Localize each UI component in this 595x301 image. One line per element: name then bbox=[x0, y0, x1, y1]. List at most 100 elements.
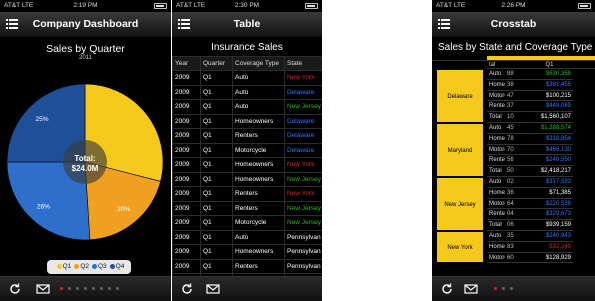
table-cell: Q1 bbox=[200, 215, 233, 231]
table-title: Insurance Sales bbox=[211, 42, 283, 53]
page-title: Company Dashboard bbox=[32, 18, 139, 30]
refresh-icon[interactable] bbox=[440, 282, 454, 296]
crosstab-value-cell: $220,538 bbox=[517, 198, 573, 210]
insurance-table: Year Quarter Coverage Type State 2009 Q1 Auto… bbox=[172, 56, 322, 301]
mail-icon[interactable] bbox=[206, 282, 220, 296]
crosstab-total-cell: 88 bbox=[505, 69, 517, 80]
legend-label-q3: Q3 bbox=[98, 263, 107, 270]
page-indicator[interactable] bbox=[494, 287, 518, 291]
crosstab-value-cell: $448,089 bbox=[517, 101, 573, 113]
pie-slice-label: 26% bbox=[37, 203, 50, 210]
crosstab-total-cell: 45 bbox=[505, 123, 517, 134]
page-dot[interactable] bbox=[502, 287, 505, 290]
page-dot[interactable] bbox=[84, 287, 87, 290]
page-dot[interactable] bbox=[510, 287, 513, 290]
page-dot[interactable] bbox=[76, 287, 79, 290]
table-cell: New Jersey bbox=[284, 99, 322, 115]
crosstab-value-cell: $939,159 bbox=[517, 220, 573, 231]
table-row[interactable]: 2009 Q1 Motorcycle Delaware bbox=[172, 142, 322, 158]
table-cell: Q1 bbox=[200, 258, 233, 274]
crosstab-total-cell: 02 bbox=[505, 177, 517, 188]
table-row[interactable]: 2009 Q1 Auto New York bbox=[172, 70, 322, 86]
legend-label-q2: Q2 bbox=[80, 263, 89, 270]
column-header[interactable]: Coverage Type bbox=[232, 56, 285, 71]
nav-bar: Table bbox=[172, 12, 322, 38]
status-bar: AT&T LTE 2:26 PM bbox=[432, 0, 595, 12]
page-indicator[interactable] bbox=[60, 287, 124, 291]
page-dot[interactable] bbox=[68, 287, 71, 290]
battery-icon bbox=[154, 3, 167, 9]
table-cell: Auto bbox=[232, 70, 285, 86]
table-cell: Renters bbox=[232, 128, 285, 144]
crosstab-total-cell: 35 bbox=[505, 231, 517, 242]
table-cell: 2009 bbox=[172, 215, 201, 231]
page-dot[interactable] bbox=[116, 287, 119, 290]
table-row[interactable]: 2009 Q1 Homeowners New Jersey bbox=[172, 171, 322, 187]
table-cell: 2009 bbox=[172, 186, 201, 202]
table-cell: Q1 bbox=[200, 99, 233, 115]
legend-label-q1: Q1 bbox=[62, 263, 72, 270]
pie-chart[interactable]: 20% 26% 25% Total:$24.0M bbox=[0, 62, 171, 262]
table-cell: Homeowners bbox=[232, 244, 285, 260]
table-cell: Q1 bbox=[200, 229, 233, 245]
page-title: Crosstab bbox=[490, 18, 537, 30]
page-dot[interactable] bbox=[494, 287, 497, 290]
table-cell: Delaware bbox=[284, 113, 322, 129]
table-cell: New Jersey bbox=[284, 200, 322, 216]
table-row[interactable]: 2009 Q1 Homeowners New York bbox=[172, 157, 322, 173]
table-row[interactable]: 2009 Q1 Auto Pennsylvan bbox=[172, 229, 322, 245]
crosstab-total-cell: 64 bbox=[505, 198, 517, 210]
table-cell: New Jersey bbox=[284, 171, 322, 187]
column-header[interactable]: Quarter bbox=[200, 56, 233, 71]
table-row[interactable]: 2009 Q1 Homeowners Pennsylvan bbox=[172, 244, 322, 260]
crosstab-grid[interactable]: tal Q1 Delaware Auto 88 $630,358 Homeov 38 $381,… bbox=[432, 56, 595, 276]
legend-swatch-q2 bbox=[74, 263, 80, 269]
table-row[interactable]: 2009 Q1 Renters Pennsylvan bbox=[172, 258, 322, 274]
crosstab-value-cell: $246,550 bbox=[517, 155, 573, 167]
table-cell: Delaware bbox=[284, 128, 322, 144]
mail-icon[interactable] bbox=[464, 282, 478, 296]
table-row[interactable]: 2009 Q1 Renters Delaware bbox=[172, 128, 322, 144]
table-cell: 2009 bbox=[172, 70, 201, 86]
header-spacer bbox=[432, 56, 487, 61]
table-cell: 2009 bbox=[172, 229, 201, 245]
table-row[interactable]: 2009 Q1 Renters New Jersey bbox=[172, 200, 322, 216]
table-row[interactable]: 2009 Q1 Auto Delaware bbox=[172, 84, 322, 100]
crosstab-screen: AT&T LTE 2:26 PM Crosstab Sales by State… bbox=[432, 0, 595, 301]
crosstab-value-cell: $1,388,574 bbox=[517, 123, 573, 134]
table-cell: 2009 bbox=[172, 99, 201, 115]
column-header[interactable]: Year bbox=[172, 56, 201, 71]
table-row[interactable]: 2009 Q1 Renters New York bbox=[172, 186, 322, 202]
column-header[interactable]: State bbox=[284, 56, 322, 71]
table-cell: Pennsylvan bbox=[284, 229, 322, 245]
table-row[interactable]: 2009 Q1 Motorcycle New Jersey bbox=[172, 215, 322, 231]
table-row[interactable]: 2009 Q1 Auto New Jersey bbox=[172, 99, 322, 115]
page-dot[interactable] bbox=[92, 287, 95, 290]
table-cell: 2009 bbox=[172, 200, 201, 216]
crosstab-total-cell: 36 bbox=[505, 187, 517, 199]
table-screen: AT&T LTE 2:30 PM Table Insurance Sales Y… bbox=[172, 0, 322, 301]
crosstab-total-cell: 60 bbox=[505, 252, 517, 264]
table-row[interactable]: 2009 Q1 Homeowners Delaware bbox=[172, 113, 322, 129]
refresh-icon[interactable] bbox=[180, 282, 194, 296]
crosstab-total-cell: 56 bbox=[505, 155, 517, 167]
page-dot[interactable] bbox=[100, 287, 103, 290]
table-cell: Motorcycle bbox=[232, 142, 285, 158]
mail-icon[interactable] bbox=[36, 282, 50, 296]
page-dot[interactable] bbox=[108, 287, 111, 290]
clock: 2:19 PM bbox=[73, 2, 98, 9]
crosstab-value-cell: $240,943 bbox=[517, 231, 573, 242]
page-dot[interactable] bbox=[60, 287, 63, 290]
table-cell: Q1 bbox=[200, 200, 233, 216]
refresh-icon[interactable] bbox=[8, 282, 22, 296]
table-cell: Q1 bbox=[200, 171, 233, 187]
crosstab-value-cell: $1,560,107 bbox=[517, 112, 573, 123]
chart-title: Sales by Quarter bbox=[46, 43, 125, 55]
bottom-toolbar bbox=[172, 276, 322, 301]
table-cell: 2009 bbox=[172, 157, 201, 173]
crosstab-value-cell: $329,673 bbox=[517, 209, 573, 221]
crosstab-value-cell: $465,130 bbox=[517, 144, 573, 156]
crosstab-total-cell: 04 bbox=[505, 209, 517, 221]
table-cell: Q1 bbox=[200, 186, 233, 202]
table-cell: Delaware bbox=[284, 84, 322, 100]
